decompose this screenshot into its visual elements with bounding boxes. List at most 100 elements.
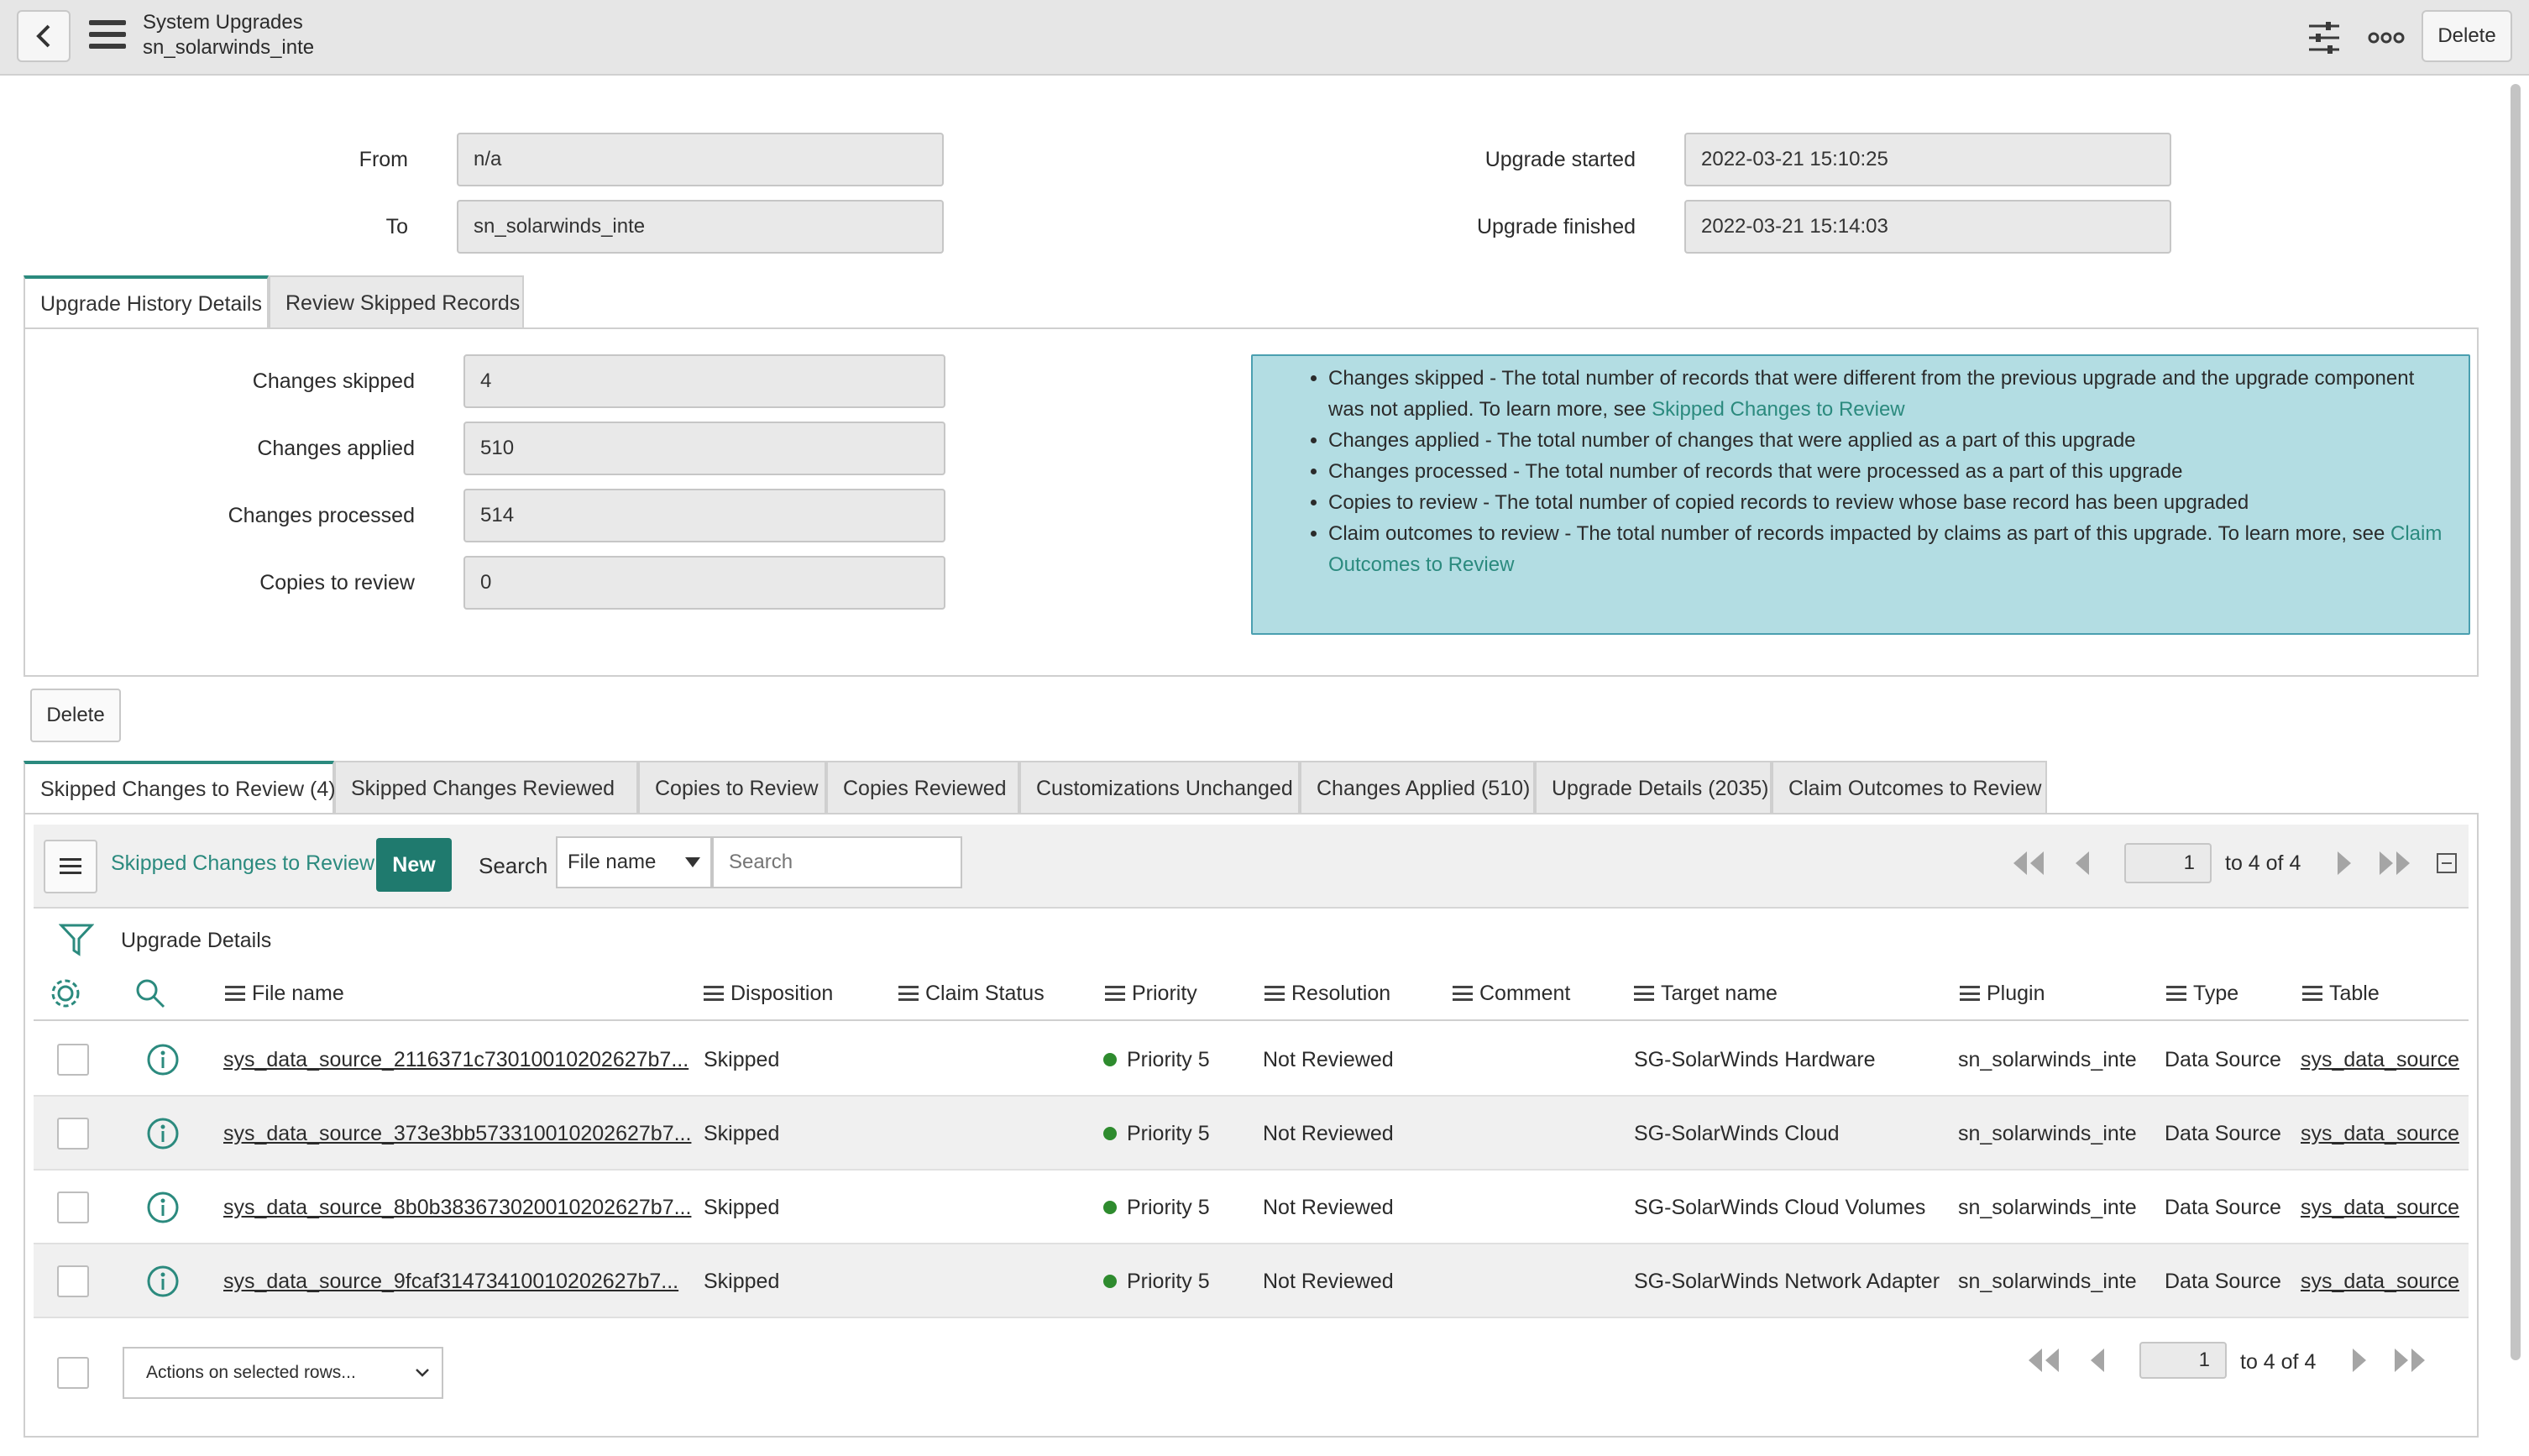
- tab-claim-outcomes-to-review[interactable]: Claim Outcomes to Review: [1772, 761, 2047, 814]
- target-name-cell: SG-SolarWinds Hardware: [1634, 1047, 1876, 1071]
- list-title[interactable]: Skipped Changes to Review: [111, 851, 374, 876]
- search-input[interactable]: [712, 836, 962, 888]
- info-item: Changes processed - The total number of …: [1328, 456, 2452, 487]
- claim-outcomes-link[interactable]: Claim: [2390, 522, 2442, 545]
- row-checkbox[interactable]: [57, 1118, 89, 1150]
- info-item: Claim outcomes to review - The total num…: [1328, 518, 2452, 580]
- upgrade-finished-field[interactable]: 2022-03-21 15:14:03: [1684, 200, 2171, 254]
- file-name-link[interactable]: sys_data_source_373e3bb573310010202627b7…: [223, 1097, 691, 1171]
- tab-upgrade-details[interactable]: Upgrade Details (2035): [1535, 761, 1772, 814]
- tab-changes-applied[interactable]: Changes Applied (510): [1300, 761, 1535, 814]
- tab-review-skipped-records[interactable]: Review Skipped Records: [269, 275, 524, 329]
- search-field-select[interactable]: File name: [556, 836, 712, 888]
- scrollbar[interactable]: [2511, 84, 2521, 1360]
- info-text: Changes skipped - The total number of re…: [1328, 367, 2415, 390]
- ellipsis-icon: [2368, 32, 2405, 44]
- info-text: Claim outcomes to review - The total num…: [1328, 522, 2391, 545]
- table-link[interactable]: sys_data_source: [2301, 1171, 2459, 1244]
- tab-upgrade-history-details[interactable]: Upgrade History Details: [24, 275, 269, 329]
- row-checkbox[interactable]: [57, 1192, 89, 1223]
- changes-applied-field[interactable]: 510: [463, 422, 945, 475]
- priority-cell: Priority 5: [1103, 1097, 1210, 1171]
- last-page-icon[interactable]: [2375, 848, 2416, 878]
- next-page-icon[interactable]: [2333, 848, 2356, 878]
- info-icon[interactable]: [146, 1244, 180, 1318]
- table-row[interactable]: sys_data_source_8b0b383673020010202627b7…: [34, 1171, 2469, 1244]
- first-page-icon[interactable]: [2007, 848, 2049, 878]
- hamburger-icon: [60, 858, 81, 874]
- table-link[interactable]: sys_data_source: [2301, 1097, 2459, 1171]
- personalize-list-icon[interactable]: [49, 964, 82, 1023]
- menu-icon[interactable]: [89, 20, 126, 50]
- table-row[interactable]: sys_data_source_2116371c73010010202627b7…: [34, 1023, 2469, 1097]
- column-plugin[interactable]: Plugin: [1960, 964, 2045, 1023]
- priority-dot-icon: [1103, 1127, 1117, 1140]
- footer-previous-page-icon[interactable]: [2086, 1345, 2109, 1375]
- column-disposition[interactable]: Disposition: [704, 964, 833, 1023]
- footer-next-page-icon[interactable]: [2348, 1345, 2371, 1375]
- table-row[interactable]: sys_data_source_9fcaf31473410010202627b7…: [34, 1244, 2469, 1318]
- file-name-link[interactable]: sys_data_source_8b0b383673020010202627b7…: [223, 1171, 691, 1244]
- column-target-name[interactable]: Target name: [1634, 964, 1778, 1023]
- table-link[interactable]: sys_data_source: [2301, 1244, 2459, 1318]
- file-name-link[interactable]: sys_data_source_2116371c73010010202627b7…: [223, 1023, 689, 1097]
- column-comment[interactable]: Comment: [1453, 964, 1570, 1023]
- info-icon[interactable]: [146, 1171, 180, 1244]
- column-label: Comment: [1479, 981, 1571, 1005]
- delete-button[interactable]: Delete: [30, 689, 121, 742]
- from-field[interactable]: n/a: [457, 133, 944, 186]
- previous-page-icon[interactable]: [2071, 848, 2094, 878]
- changes-processed-field[interactable]: 514: [463, 489, 945, 542]
- more-options-icon[interactable]: [2365, 17, 2407, 59]
- list-menu-button[interactable]: [44, 840, 97, 893]
- to-label: To: [385, 215, 408, 238]
- actions-select[interactable]: Actions on selected rows...: [123, 1347, 443, 1399]
- filter-icon[interactable]: [58, 922, 95, 957]
- back-button[interactable]: [17, 10, 71, 62]
- to-field[interactable]: sn_solarwinds_inte: [457, 200, 944, 254]
- column-type[interactable]: Type: [2166, 964, 2238, 1023]
- select-all-checkbox[interactable]: [57, 1357, 89, 1389]
- new-button[interactable]: New: [376, 838, 452, 892]
- tab-skipped-changes-to-review[interactable]: Skipped Changes to Review (4): [24, 761, 336, 814]
- skipped-changes-link[interactable]: Skipped Changes to Review: [1652, 398, 1905, 421]
- upgrade-started-field[interactable]: 2022-03-21 15:10:25: [1684, 133, 2171, 186]
- footer-page-number-input[interactable]: 1: [2139, 1342, 2227, 1379]
- tab-copies-reviewed[interactable]: Copies Reviewed: [826, 761, 1019, 814]
- changes-skipped-field[interactable]: 4: [463, 354, 945, 408]
- tab-copies-to-review[interactable]: Copies to Review: [638, 761, 826, 814]
- caret-down-icon: [685, 857, 700, 867]
- column-resolution[interactable]: Resolution: [1264, 964, 1390, 1023]
- header-delete-button[interactable]: Delete: [2422, 10, 2512, 62]
- tab-skipped-changes-reviewed[interactable]: Skipped Changes Reviewed: [334, 761, 638, 814]
- file-name-link[interactable]: sys_data_source_9fcaf31473410010202627b7…: [223, 1244, 678, 1318]
- column-claim-status[interactable]: Claim Status: [898, 964, 1045, 1023]
- target-name-cell: SG-SolarWinds Cloud: [1634, 1121, 1840, 1145]
- column-search-icon[interactable]: [134, 964, 166, 1023]
- column-label: File name: [252, 981, 344, 1005]
- table-link[interactable]: sys_data_source: [2301, 1023, 2459, 1097]
- row-checkbox[interactable]: [57, 1265, 89, 1297]
- row-checkbox[interactable]: [57, 1044, 89, 1076]
- changes-skipped-label: Changes skipped: [252, 369, 415, 393]
- search-label: Search: [479, 853, 548, 878]
- changes-applied-label: Changes applied: [257, 437, 415, 460]
- info-icon[interactable]: [146, 1097, 180, 1171]
- collapse-icon[interactable]: [2437, 853, 2457, 873]
- related-list-tabs: Skipped Changes to Review (4) Skipped Ch…: [24, 761, 2047, 814]
- column-label: Target name: [1661, 981, 1778, 1005]
- table-row[interactable]: sys_data_source_373e3bb573310010202627b7…: [34, 1097, 2469, 1171]
- claim-outcomes-link-cont[interactable]: Outcomes to Review: [1328, 553, 1514, 576]
- personalize-form-icon[interactable]: [2303, 17, 2345, 59]
- column-label: Plugin: [1987, 981, 2045, 1005]
- info-icon[interactable]: [146, 1023, 180, 1097]
- copies-to-review-field[interactable]: 0: [463, 556, 945, 610]
- footer-first-page-icon[interactable]: [2022, 1345, 2064, 1375]
- breadcrumb[interactable]: Upgrade Details: [121, 929, 271, 953]
- column-table[interactable]: Table: [2302, 964, 2380, 1023]
- page-number-input[interactable]: 1: [2124, 843, 2212, 883]
- column-priority[interactable]: Priority: [1105, 964, 1197, 1023]
- footer-last-page-icon[interactable]: [2390, 1345, 2432, 1375]
- tab-customizations-unchanged[interactable]: Customizations Unchanged: [1019, 761, 1300, 814]
- column-file-name[interactable]: File name: [225, 964, 344, 1023]
